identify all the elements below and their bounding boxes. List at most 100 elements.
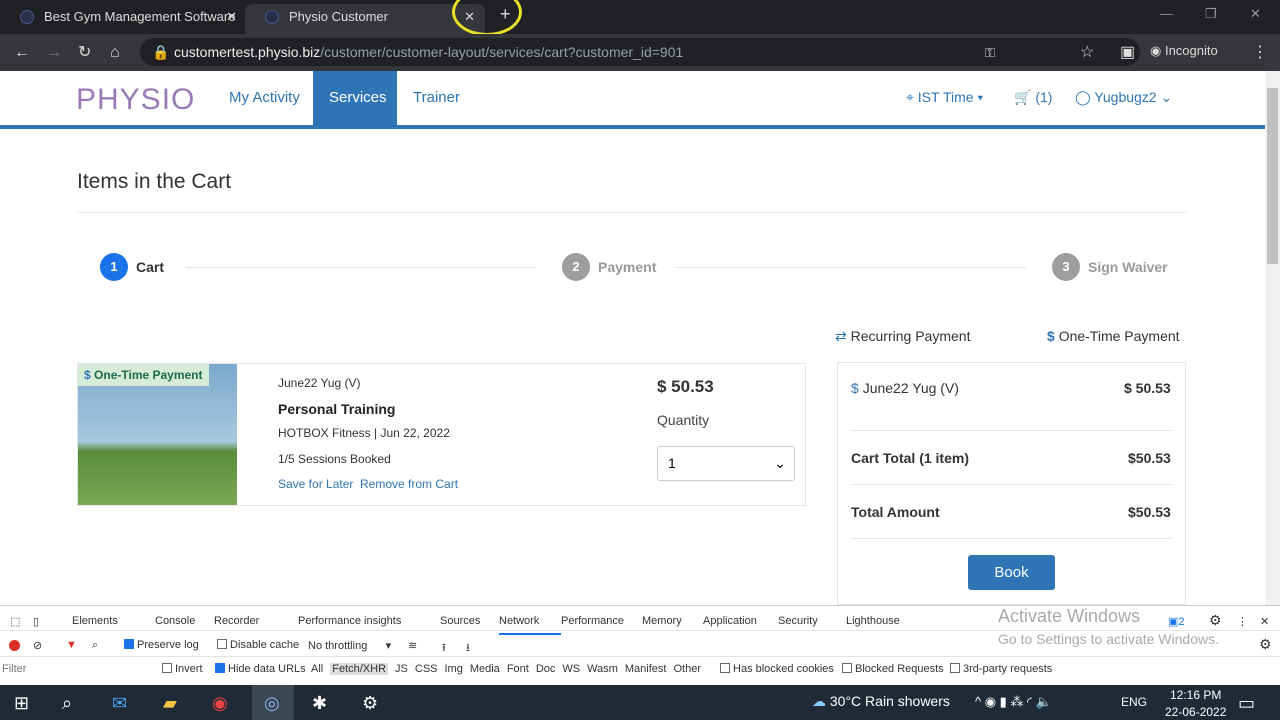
weather-widget[interactable]: ☁ 30°C Rain showers xyxy=(812,693,950,710)
close-tab-icon[interactable]: ✕ xyxy=(226,4,237,30)
devtools-tab-sources[interactable]: Sources xyxy=(440,615,499,635)
devtools-tab-elements[interactable]: Elements xyxy=(72,615,155,635)
inspect-icon[interactable]: ⬚ xyxy=(10,615,20,628)
save-for-later-link[interactable]: Save for Later xyxy=(278,477,353,491)
minimize-icon[interactable]: — xyxy=(1160,6,1173,21)
nav-my-activity[interactable]: My Activity xyxy=(213,71,316,125)
restore-icon[interactable]: ❐ xyxy=(1205,6,1217,22)
lock-icon: 🔒 xyxy=(152,44,170,60)
search-icon[interactable]: ⌕ xyxy=(62,691,72,715)
nav-trainer[interactable]: Trainer xyxy=(397,71,476,125)
chrome-icon[interactable]: ◉ xyxy=(212,691,228,715)
language-indicator[interactable]: ENG xyxy=(1121,695,1147,709)
type-img[interactable]: Img xyxy=(445,663,463,675)
type-all[interactable]: All xyxy=(311,663,323,675)
step-1-label: Cart xyxy=(136,259,165,275)
devtools-tab-lighthouse[interactable]: Lighthouse xyxy=(846,615,900,635)
messages-badge[interactable]: ▣2 xyxy=(1168,615,1185,628)
hide-data-urls-checkbox[interactable]: Hide data URLs xyxy=(215,663,306,675)
devtools-tabs: Elements Console Recorder Performance in… xyxy=(72,615,900,635)
settings-icon[interactable]: ⚙ xyxy=(1209,612,1222,629)
devtools-tab-application[interactable]: Application xyxy=(703,615,778,635)
cart-link[interactable]: 🛒 (1) xyxy=(1014,89,1052,106)
type-font[interactable]: Font xyxy=(507,663,529,675)
sidebar-icon[interactable]: ▣ xyxy=(1120,34,1135,71)
activate-windows-hint: Go to Settings to activate Windows. xyxy=(998,631,1219,647)
type-fetch-xhr[interactable]: Fetch/XHR xyxy=(330,663,389,675)
third-party-checkbox[interactable]: 3rd-party requests xyxy=(950,663,1052,675)
throttling-select[interactable]: No throttling ▾ xyxy=(308,639,391,652)
star-icon[interactable]: ☆ xyxy=(1080,34,1094,71)
type-css[interactable]: CSS xyxy=(415,663,438,675)
physio-logo[interactable]: PHYSIO xyxy=(76,83,195,117)
search-icon[interactable]: ⌕ xyxy=(92,639,98,652)
step-3-label: Sign Waiver xyxy=(1088,259,1168,275)
weather-icon: ☁ xyxy=(812,693,826,709)
quantity-label: Quantity xyxy=(657,412,710,428)
file-explorer-icon[interactable]: ▰ xyxy=(163,691,177,715)
nav-services[interactable]: Services xyxy=(313,71,397,125)
timezone-dropdown[interactable]: ⌖ IST Time ▾ xyxy=(906,89,983,106)
devtools-tab-network[interactable]: Network xyxy=(499,615,561,635)
devtools-tab-performance[interactable]: Performance xyxy=(561,615,642,635)
active-app[interactable]: ◎ xyxy=(252,685,294,720)
item-provider: HOTBOX Fitness | Jun 22, 2022 xyxy=(278,426,450,440)
close-devtools-icon[interactable]: ✕ xyxy=(1260,615,1269,628)
cart-icon: 🛒 xyxy=(1014,89,1032,105)
devtools-tab-performance-insights[interactable]: Performance insights xyxy=(298,615,440,635)
devtools-tab-console[interactable]: Console xyxy=(155,615,214,635)
type-other[interactable]: Other xyxy=(673,663,701,675)
blocked-cookies-checkbox[interactable]: Has blocked cookies xyxy=(720,663,834,675)
back-icon[interactable]: ← xyxy=(14,34,30,71)
disable-cache-checkbox[interactable]: Disable cache xyxy=(217,639,299,651)
divider xyxy=(851,430,1172,431)
user-menu[interactable]: ◯ Yugbugz2 ⌄ xyxy=(1075,89,1172,106)
quantity-select[interactable]: 1 ⌄ xyxy=(657,446,795,481)
legend-recurring: ⇄ Recurring Payment xyxy=(835,328,971,344)
dollar-icon: $ xyxy=(1047,328,1055,344)
forward-icon[interactable]: → xyxy=(46,34,62,71)
device-toolbar-icon[interactable]: ▯ xyxy=(33,615,39,628)
devtools-tab-memory[interactable]: Memory xyxy=(642,615,703,635)
close-window-icon[interactable]: ✕ xyxy=(1250,6,1261,22)
browser-tab-active[interactable]: Physio Customer ✕ xyxy=(245,4,485,34)
type-media[interactable]: Media xyxy=(470,663,500,675)
menu-icon[interactable]: ⋮ xyxy=(1252,34,1268,71)
key-icon[interactable]: ⚿ xyxy=(985,34,995,71)
home-icon[interactable]: ⌂ xyxy=(110,34,120,71)
type-ws[interactable]: WS xyxy=(562,663,580,675)
browser-tab[interactable]: Best Gym Management Software ✕ xyxy=(0,4,245,34)
scrollbar-thumb[interactable] xyxy=(1267,88,1278,264)
filter-icon[interactable]: ▼ xyxy=(66,639,77,651)
dollar-icon: $ xyxy=(851,380,859,396)
incognito-indicator[interactable]: ◉ Incognito xyxy=(1150,43,1218,59)
slack-icon[interactable]: ✱ xyxy=(312,691,327,715)
site-header: PHYSIO My Activity Services Trainer ⌖ IS… xyxy=(0,71,1265,129)
settings-icon[interactable]: ⚙ xyxy=(362,691,378,715)
devtools-tab-recorder[interactable]: Recorder xyxy=(214,615,298,635)
record-icon[interactable] xyxy=(9,640,20,651)
type-doc[interactable]: Doc xyxy=(536,663,556,675)
filter-input[interactable] xyxy=(2,660,150,678)
network-settings-icon[interactable]: ⚙ xyxy=(1259,636,1272,653)
notifications-icon[interactable]: ▭ xyxy=(1238,691,1255,715)
type-wasm[interactable]: Wasm xyxy=(587,663,618,675)
network-conditions-icon[interactable]: ≋ xyxy=(408,639,417,652)
remove-from-cart-link[interactable]: Remove from Cart xyxy=(360,477,458,491)
more-icon[interactable]: ⋮ xyxy=(1237,615,1248,628)
book-button[interactable]: Book xyxy=(968,555,1055,590)
reload-icon[interactable]: ↻ xyxy=(78,34,91,71)
mail-icon[interactable]: ✉ xyxy=(112,691,127,715)
clock[interactable]: 12:16 PM 22-06-2022 xyxy=(1165,688,1226,719)
devtools-panel: ⬚ ▯ Elements Console Recorder Performanc… xyxy=(0,605,1280,685)
start-icon[interactable]: ⊞ xyxy=(14,691,29,715)
preserve-log-checkbox[interactable]: Preserve log xyxy=(124,639,199,651)
invert-checkbox[interactable]: Invert xyxy=(162,663,203,675)
type-manifest[interactable]: Manifest xyxy=(625,663,667,675)
total-amount-value: $50.53 xyxy=(1128,504,1171,520)
blocked-requests-checkbox[interactable]: Blocked Requests xyxy=(842,663,944,675)
tray-icons[interactable]: ^ ◉ ▮ ⁂ ◜ 🔈 xyxy=(975,694,1052,710)
type-js[interactable]: JS xyxy=(395,663,408,675)
clear-icon[interactable]: ⊘ xyxy=(33,639,42,652)
devtools-tab-security[interactable]: Security xyxy=(778,615,846,635)
